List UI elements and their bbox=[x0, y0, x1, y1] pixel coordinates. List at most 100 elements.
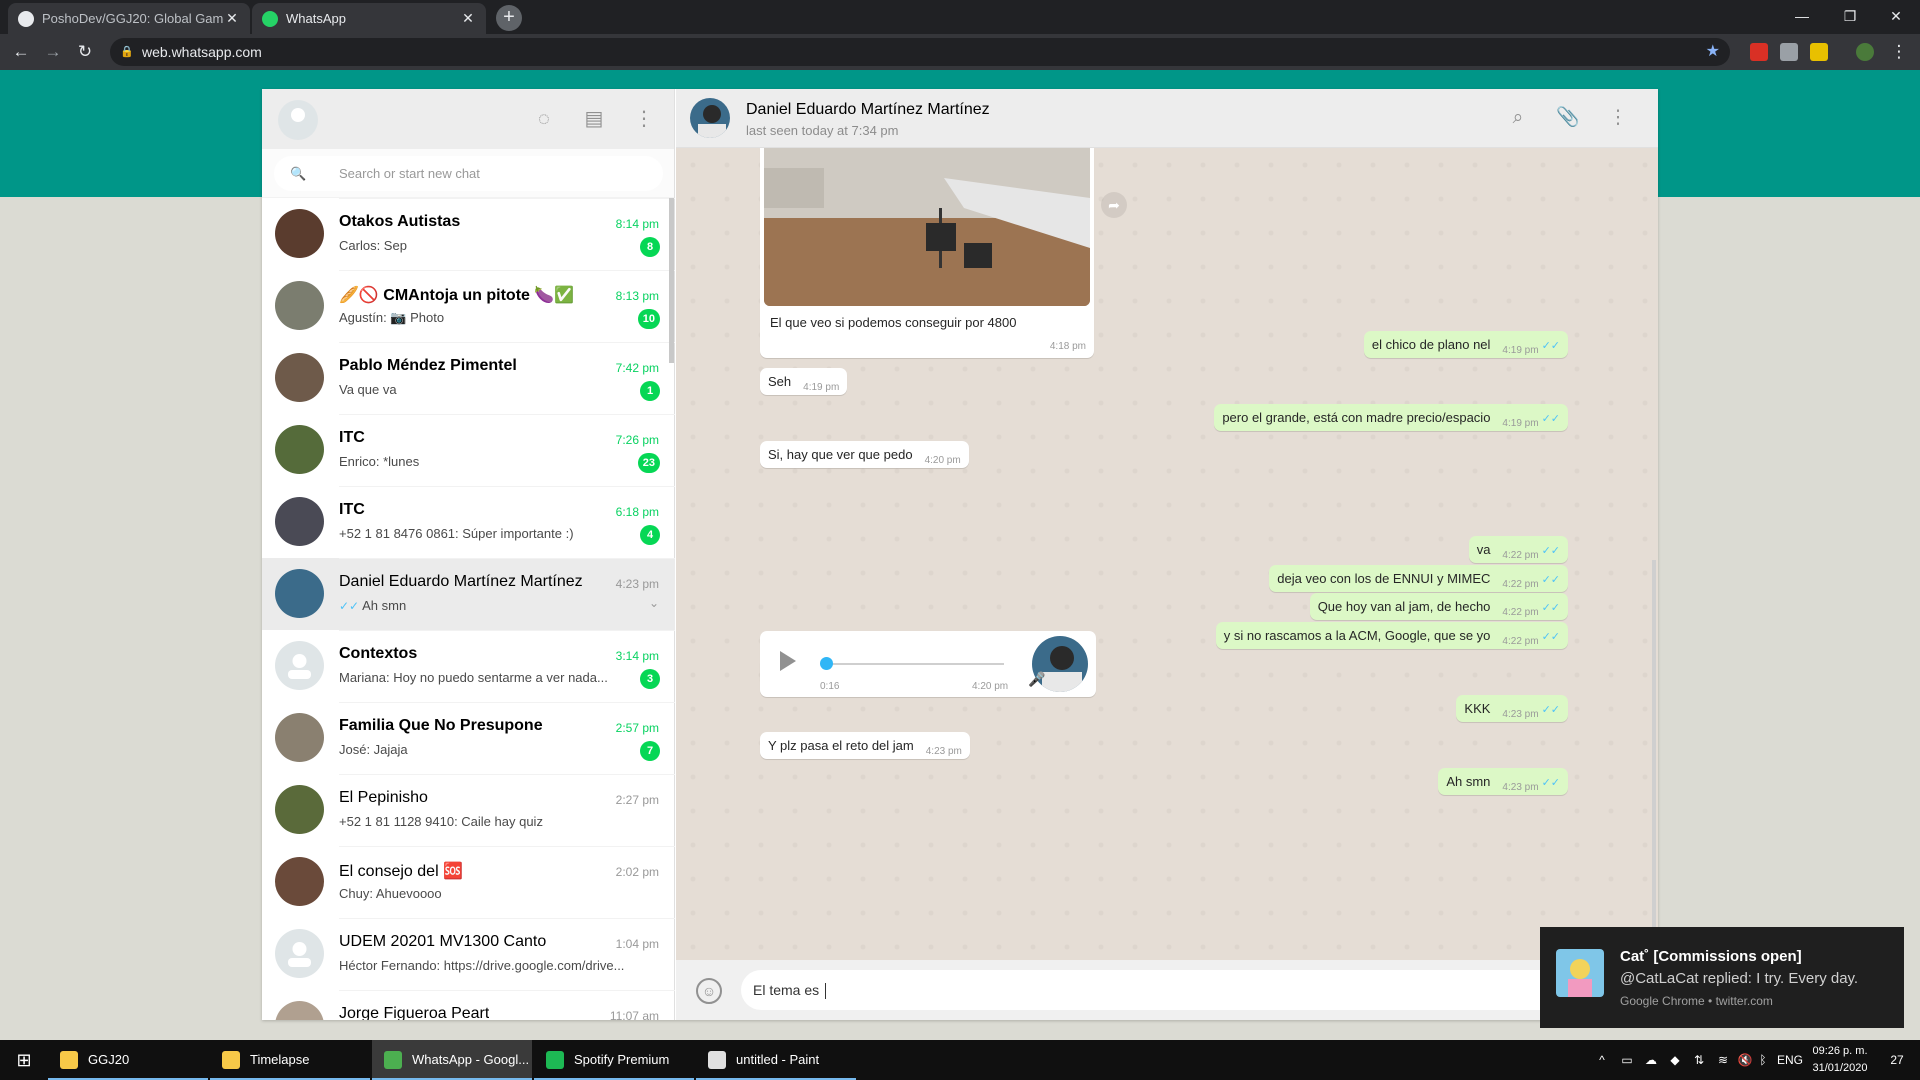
gmail-extension-icon[interactable] bbox=[1750, 43, 1768, 61]
bluetooth-icon[interactable]: ᛒ bbox=[1756, 1040, 1770, 1080]
chat-list-item[interactable]: Familia Que No Presupone 2:57 pm José: Jaj… bbox=[262, 702, 675, 774]
taskbar-item-label: WhatsApp - Googl... bbox=[412, 1052, 530, 1067]
chat-avatar[interactable] bbox=[275, 497, 324, 546]
minimize-button[interactable]: — bbox=[1782, 4, 1822, 28]
voice-note-message[interactable]: 0:16 4:20 pm 🎤 bbox=[760, 631, 1096, 697]
search-input[interactable]: 🔍 Search or start new chat bbox=[274, 156, 663, 191]
volume-muted-icon[interactable]: 🔇 bbox=[1736, 1040, 1754, 1080]
chat-list-item[interactable]: El consejo del 🆘 2:02 pm Chuy: Ahuevoooo bbox=[262, 846, 675, 918]
close-window-button[interactable]: ✕ bbox=[1876, 4, 1916, 28]
forward-icon[interactable]: → bbox=[40, 40, 66, 64]
chat-name: UDEM 20201 MV1300 Canto bbox=[339, 933, 547, 950]
voice-note-progress-knob[interactable] bbox=[820, 657, 833, 670]
wifi-icon[interactable]: ≋ bbox=[1714, 1040, 1732, 1080]
incoming-message[interactable]: Si, hay que ver que pedo 4:20 pm bbox=[760, 441, 969, 468]
outgoing-message[interactable]: Que hoy van al jam, de hecho 4:22 pm ✓✓ bbox=[1309, 593, 1568, 620]
outgoing-message[interactable]: el chico de plano nel 4:19 pm ✓✓ bbox=[1363, 331, 1568, 358]
restore-button[interactable]: ❐ bbox=[1830, 4, 1870, 28]
chevron-down-icon[interactable]: ⌄ bbox=[649, 596, 659, 610]
outgoing-message[interactable]: deja veo con los de ENNUI y MIMEC 4:22 pm… bbox=[1269, 565, 1568, 592]
emoji-icon[interactable]: ☺ bbox=[696, 978, 722, 1004]
menu-icon[interactable]: ⋮ bbox=[632, 107, 656, 131]
chat-avatar[interactable] bbox=[275, 569, 324, 618]
sidebar-scrollbar[interactable] bbox=[669, 198, 674, 363]
outgoing-message[interactable]: y si no rascamos a la ACM, Google, que s… bbox=[1215, 622, 1568, 649]
tab-close-icon[interactable]: ✕ bbox=[224, 10, 240, 27]
voice-note-duration: 0:16 bbox=[820, 681, 840, 692]
bookmark-star-icon[interactable]: ★ bbox=[1706, 38, 1720, 66]
taskbar-item[interactable]: GGJ20 bbox=[48, 1040, 208, 1080]
chat-avatar[interactable] bbox=[275, 209, 324, 258]
chat-avatar[interactable] bbox=[275, 785, 324, 834]
message-text: Si, hay que ver que pedo bbox=[768, 447, 913, 462]
outgoing-message[interactable]: KKK 4:23 pm ✓✓ bbox=[1456, 695, 1568, 722]
notification-toast[interactable]: Cat˚ [Commissions open] @CatLaCat replie… bbox=[1540, 927, 1904, 1028]
windows-start-icon[interactable]: ⊞ bbox=[0, 1040, 48, 1080]
search-messages-icon[interactable]: ⌕ bbox=[1506, 106, 1530, 130]
new-chat-icon[interactable]: ▤ bbox=[582, 107, 606, 131]
taskbar-item[interactable]: Timelapse bbox=[210, 1040, 370, 1080]
sync-icon[interactable]: ⇅ bbox=[1690, 1040, 1708, 1080]
chat-avatar[interactable] bbox=[275, 857, 324, 906]
tab-github[interactable]: PoshoDev/GGJ20: Global Game J ✕ bbox=[8, 3, 250, 34]
chat-list-item[interactable]: Pablo Méndez Pimentel 7:42 pm Va que va 1 bbox=[262, 342, 675, 414]
extension-icon[interactable] bbox=[1810, 43, 1828, 61]
message-time: 4:18 pm bbox=[1049, 341, 1086, 352]
outgoing-message[interactable]: Ah smn 4:23 pm ✓✓ bbox=[1438, 768, 1568, 795]
battery-icon[interactable]: ▭ bbox=[1618, 1040, 1636, 1080]
image-message[interactable]: El que veo si podemos conseguir por 4800… bbox=[760, 148, 1094, 358]
chat-list-item[interactable]: Contextos 3:14 pm Mariana: Hoy no puedo se… bbox=[262, 630, 675, 702]
chrome-menu-icon[interactable]: ⋮ bbox=[1886, 40, 1912, 64]
pocket-extension-icon[interactable] bbox=[1780, 43, 1798, 61]
address-bar[interactable]: 🔒 web.whatsapp.com ★ bbox=[110, 38, 1730, 66]
chat-avatar[interactable] bbox=[275, 281, 324, 330]
chat-list-item[interactable]: ITC 6:18 pm +52 1 81 8476 0861: Súper impo… bbox=[262, 486, 675, 558]
attach-icon[interactable]: 📎 bbox=[1556, 106, 1580, 130]
chat-list-item[interactable]: UDEM 20201 MV1300 Canto 1:04 pm Héctor Fer… bbox=[262, 918, 675, 990]
chat-avatar[interactable] bbox=[275, 929, 324, 978]
chat-avatar[interactable] bbox=[275, 425, 324, 474]
taskbar-item[interactable]: untitled - Paint bbox=[696, 1040, 856, 1080]
group-icon bbox=[288, 654, 311, 679]
onedrive-icon[interactable]: ☁ bbox=[1642, 1040, 1660, 1080]
tab-whatsapp[interactable]: WhatsApp ✕ bbox=[252, 3, 486, 34]
incoming-message[interactable]: Y plz pasa el reto del jam 4:23 pm bbox=[760, 732, 970, 759]
chat-avatar[interactable] bbox=[275, 1001, 324, 1020]
outgoing-message[interactable]: va 4:22 pm ✓✓ bbox=[1468, 536, 1568, 563]
chat-list-item[interactable]: Jorge Figueroa Peart 11:07 am bbox=[262, 990, 675, 1020]
back-icon[interactable]: ← bbox=[8, 40, 34, 64]
microphone-icon: 🎤 bbox=[1028, 671, 1046, 687]
taskbar-item[interactable]: WhatsApp - Googl... bbox=[372, 1040, 532, 1080]
reload-icon[interactable]: ↻ bbox=[72, 40, 98, 64]
status-icon[interactable]: ◌ bbox=[532, 107, 556, 131]
chat-menu-icon[interactable]: ⋮ bbox=[1606, 106, 1630, 130]
play-icon[interactable] bbox=[780, 651, 796, 671]
new-tab-button[interactable]: + bbox=[496, 5, 522, 31]
text-caret bbox=[825, 983, 827, 1000]
outgoing-message[interactable]: pero el grande, está con madre precio/es… bbox=[1214, 404, 1568, 431]
profile-avatar[interactable] bbox=[1856, 43, 1874, 61]
action-center-icon[interactable]: 27 bbox=[1880, 1040, 1914, 1080]
system-clock[interactable]: 09:26 p. m. 31/01/2020 bbox=[1790, 1043, 1890, 1077]
message-input[interactable]: El tema es bbox=[741, 970, 1641, 1010]
chat-list-item[interactable]: 🥖🚫 CMAntoja un pitote 🍆✅ 8:13 pm Agustín: … bbox=[262, 270, 675, 342]
chat-list-item[interactable]: Daniel Eduardo Martínez Martínez 4:23 pm ✓… bbox=[262, 558, 675, 630]
chat-avatar[interactable] bbox=[275, 353, 324, 402]
conversation-header[interactable]: Daniel Eduardo Martínez Martínez last se… bbox=[676, 89, 1658, 148]
chat-list-item[interactable]: ITC 7:26 pm Enrico: *lunes 23 bbox=[262, 414, 675, 486]
incoming-message[interactable]: Seh 4:19 pm bbox=[760, 368, 848, 395]
contact-avatar[interactable] bbox=[690, 98, 730, 138]
taskbar-item[interactable]: Spotify Premium bbox=[534, 1040, 694, 1080]
voice-note-progress-track[interactable] bbox=[824, 663, 1004, 665]
message-photo[interactable] bbox=[764, 148, 1090, 306]
chat-list-item[interactable]: Otakos Autistas 8:14 pm Carlos: Sep 8 bbox=[262, 198, 675, 270]
tray-chevron-icon[interactable]: ^ bbox=[1594, 1040, 1610, 1080]
chat-list-item[interactable]: El Pepinisho 2:27 pm +52 1 81 1128 9410: C… bbox=[262, 774, 675, 846]
tab-close-icon[interactable]: ✕ bbox=[460, 10, 476, 27]
chat-avatar[interactable] bbox=[275, 713, 324, 762]
my-profile-avatar[interactable] bbox=[278, 100, 318, 140]
forward-icon[interactable]: ➦ bbox=[1101, 192, 1127, 218]
message-text: pero el grande, está con madre precio/es… bbox=[1222, 410, 1491, 425]
chat-avatar[interactable] bbox=[275, 641, 324, 690]
dropbox-icon[interactable]: ◆ bbox=[1666, 1040, 1684, 1080]
